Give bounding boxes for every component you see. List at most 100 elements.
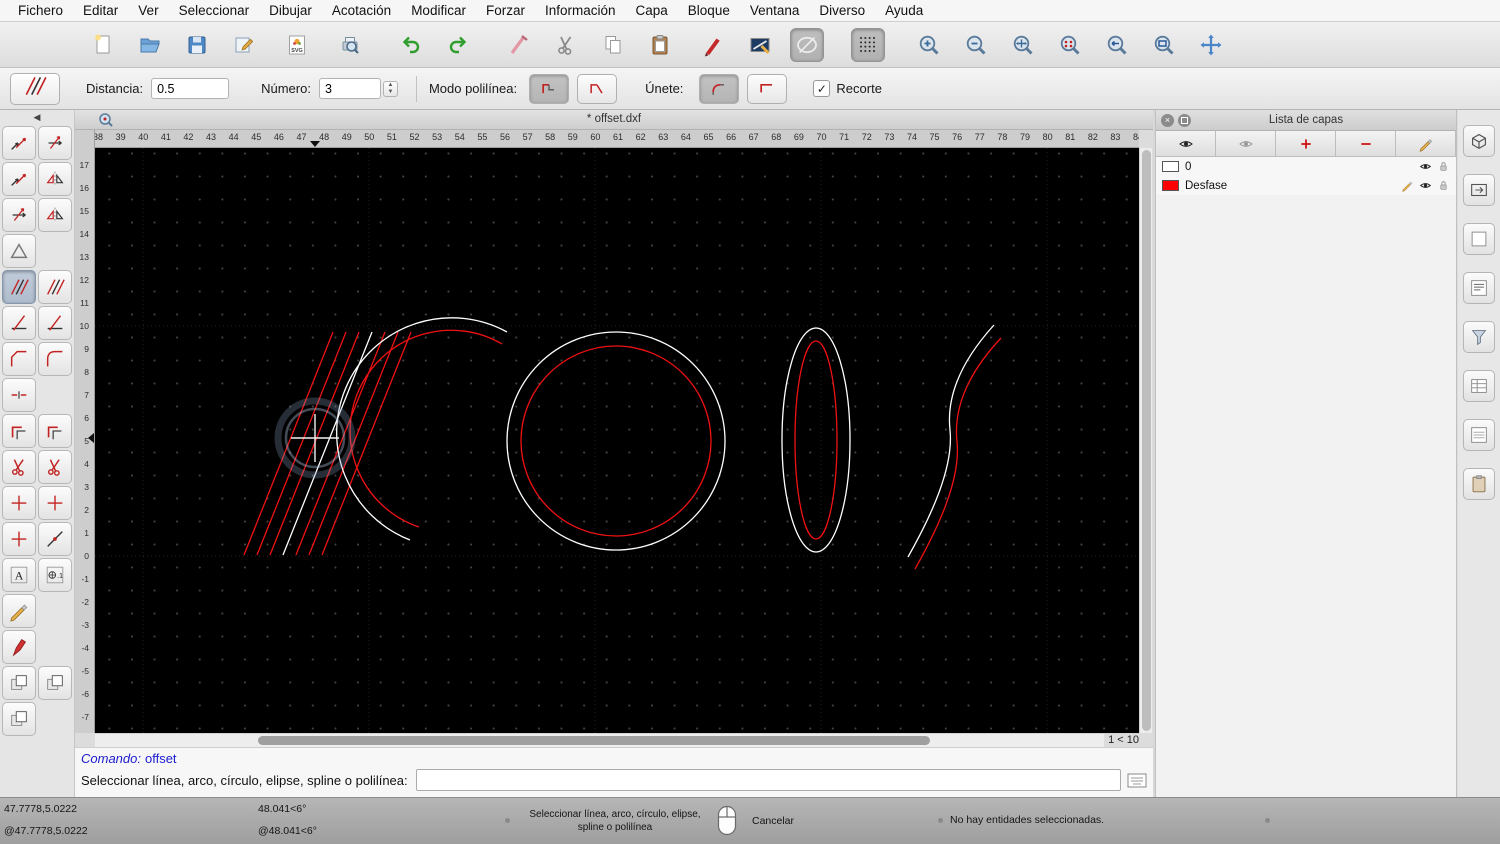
polyline-node-icon[interactable]	[2, 414, 36, 448]
dock-clipboard-panel-button[interactable]	[1463, 468, 1495, 500]
modify-move-rotate-icon[interactable]	[2, 198, 36, 232]
zoom-window-icon[interactable]	[1147, 28, 1181, 62]
drawing-entity[interactable]	[914, 337, 1002, 570]
drawing-entity[interactable]	[256, 331, 347, 556]
highlight-marker-icon[interactable]	[2, 630, 36, 664]
modify-cut-two-icon[interactable]	[38, 450, 72, 484]
drawing-entity[interactable]	[336, 317, 508, 541]
svg-export-icon[interactable]: SVG	[280, 28, 314, 62]
menu-diverso[interactable]: Diverso	[809, 0, 875, 22]
modify-trim-two-icon[interactable]	[38, 306, 72, 340]
dimension-tool-icon[interactable]: .1	[38, 558, 72, 592]
menu-informacion[interactable]: Información	[535, 0, 626, 22]
modify-move-icon[interactable]	[2, 126, 36, 160]
zoom-auto-icon[interactable]	[1006, 28, 1040, 62]
modify-mirror-icon[interactable]	[38, 162, 72, 196]
edit-layer-button[interactable]	[1396, 131, 1456, 156]
drawing-entity[interactable]	[520, 345, 712, 537]
order-raise-icon[interactable]	[2, 702, 36, 736]
drawing-entity[interactable]	[243, 331, 334, 556]
number-stepper[interactable]: ▲ ▼	[382, 80, 398, 97]
modify-rotate-icon[interactable]	[38, 126, 72, 160]
modify-trim-icon[interactable]	[2, 306, 36, 340]
drawing-entity[interactable]	[781, 327, 851, 553]
join-mode-a-button[interactable]	[699, 73, 740, 104]
dock-insert-panel-button[interactable]	[1463, 174, 1495, 206]
paste-icon[interactable]	[643, 28, 677, 62]
order-top-icon[interactable]	[2, 666, 36, 700]
info-cross-icon[interactable]	[2, 522, 36, 556]
dock-blank-panel-button[interactable]	[1463, 223, 1495, 255]
menu-modificar[interactable]: Modificar	[401, 0, 476, 22]
palette-collapse-button[interactable]: ◀	[0, 110, 74, 125]
drawing-entity[interactable]	[506, 331, 726, 551]
zoom-in-icon[interactable]	[912, 28, 946, 62]
distance-input[interactable]	[151, 78, 230, 99]
modify-divide-icon[interactable]	[2, 378, 36, 412]
modify-bevel-icon[interactable]	[2, 342, 36, 376]
layer-row[interactable]: Desfase	[1156, 176, 1456, 195]
layer-color-swatch[interactable]	[1162, 180, 1179, 191]
copy-icon[interactable]	[596, 28, 630, 62]
pencil-icon[interactable]	[1401, 179, 1414, 192]
keyboard-toggle-button[interactable]	[1127, 773, 1147, 788]
command-input[interactable]	[415, 769, 1121, 791]
polyline-mode-b-button[interactable]	[577, 73, 618, 104]
snap-cross-two-icon[interactable]	[38, 486, 72, 520]
open-folder-icon[interactable]	[133, 28, 167, 62]
menu-ayuda[interactable]: Ayuda	[875, 0, 933, 22]
modify-rotate-two-icon[interactable]	[38, 198, 72, 232]
remove-layer-button[interactable]	[1336, 131, 1396, 156]
layer-color-swatch[interactable]	[1162, 161, 1179, 172]
modify-offset-copy-icon[interactable]	[38, 270, 72, 304]
modify-offset-icon[interactable]	[2, 270, 36, 304]
attributes-pencil-icon[interactable]	[2, 594, 36, 628]
modify-revert-direction-icon[interactable]	[2, 234, 36, 268]
menu-editar[interactable]: Editar	[73, 0, 128, 22]
dock-filter-panel-button[interactable]	[1463, 321, 1495, 353]
horizontal-scrollbar-thumb[interactable]	[258, 736, 930, 745]
menu-ver[interactable]: Ver	[128, 0, 168, 22]
cut-icon[interactable]	[549, 28, 583, 62]
join-mode-b-button[interactable]	[747, 73, 788, 104]
toggle-visibility-all-button[interactable]	[1156, 131, 1216, 156]
menu-capa[interactable]: Capa	[626, 0, 678, 22]
draw-pen-icon[interactable]	[696, 28, 730, 62]
info-point-icon[interactable]	[38, 522, 72, 556]
delete-entity-icon[interactable]	[502, 28, 536, 62]
lock-icon[interactable]	[1437, 160, 1450, 173]
trim-checkbox[interactable]: ✓	[813, 80, 831, 97]
menu-ventana[interactable]: Ventana	[740, 0, 810, 22]
polyline-segment-icon[interactable]	[38, 414, 72, 448]
eye-icon[interactable]	[1419, 179, 1432, 192]
line-attributes-icon[interactable]	[743, 28, 777, 62]
new-document-icon[interactable]	[86, 28, 120, 62]
dock-lines-panel-button[interactable]	[1463, 419, 1495, 451]
polyline-mode-a-button[interactable]	[529, 73, 570, 104]
modify-cut-icon[interactable]	[2, 450, 36, 484]
number-input[interactable]	[318, 78, 381, 99]
drawing-entity[interactable]	[794, 340, 838, 540]
dock-block-panel-button[interactable]	[1463, 125, 1495, 157]
vertical-scrollbar-thumb[interactable]	[1142, 150, 1151, 731]
order-bottom-icon[interactable]	[38, 666, 72, 700]
menu-acotacion[interactable]: Acotación	[322, 0, 401, 22]
modify-scale-icon[interactable]	[2, 162, 36, 196]
snap-cross-icon[interactable]	[2, 486, 36, 520]
drawing-canvas[interactable]	[95, 148, 1139, 733]
modify-fillet-icon[interactable]	[38, 342, 72, 376]
toggle-visibility-unused-button[interactable]	[1216, 131, 1276, 156]
lock-icon[interactable]	[1437, 179, 1450, 192]
ellipse-tool-icon[interactable]	[790, 27, 824, 62]
save-icon[interactable]	[180, 28, 214, 62]
undo-icon[interactable]	[394, 28, 428, 62]
drawing-entity[interactable]	[907, 324, 995, 558]
add-layer-button[interactable]	[1276, 131, 1336, 156]
menu-fichero[interactable]: Fichero	[8, 0, 73, 22]
dock-properties-panel-button[interactable]	[1463, 370, 1495, 402]
horizontal-scrollbar[interactable]: 1 < 10	[95, 733, 1143, 747]
zoom-redraw-icon[interactable]	[1053, 28, 1087, 62]
zoom-previous-icon[interactable]	[1100, 28, 1134, 62]
menu-forzar[interactable]: Forzar	[476, 0, 535, 22]
vertical-scrollbar[interactable]	[1139, 148, 1152, 733]
